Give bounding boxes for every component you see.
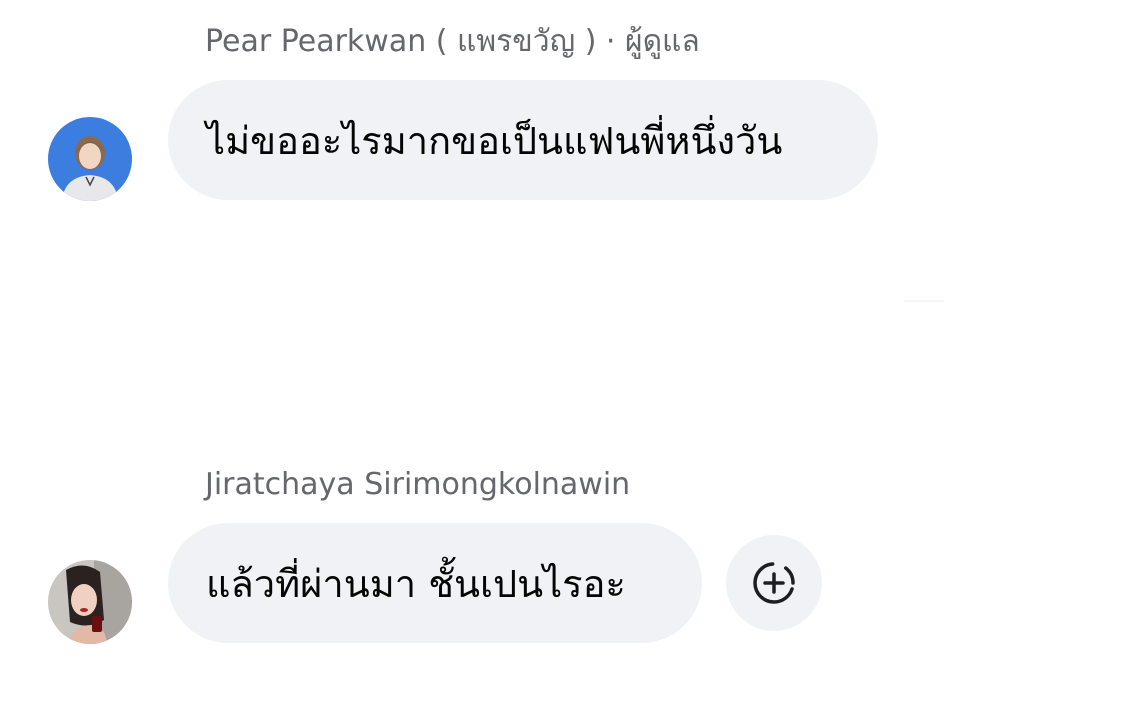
sender-name: Pear Pearkwan ( แพรขวัญ ) · ผู้ดูแล xyxy=(205,24,700,59)
add-reaction-icon xyxy=(753,562,795,604)
message-bubble[interactable]: แล้วที่ผ่านมา ชั้นเปนไรอะ xyxy=(168,523,702,643)
sender-avatar[interactable] xyxy=(48,560,132,644)
message-bubble[interactable]: ไม่ขออะไรมากขอเป็นแฟนพี่หนึ่งวัน xyxy=(168,80,878,200)
divider xyxy=(904,300,944,302)
message-row: แล้วที่ผ่านมา ชั้นเปนไรอะ xyxy=(0,523,1125,644)
chat-thread: Pear Pearkwan ( แพรขวัญ ) · ผู้ดูแล ไม่ข… xyxy=(0,0,1125,718)
sender-name: Jiratchaya Sirimongkolnawin xyxy=(205,467,631,502)
add-reaction-button[interactable] xyxy=(726,535,822,631)
sender-avatar[interactable] xyxy=(48,117,132,201)
avatar-image xyxy=(48,117,132,201)
message-row: ไม่ขออะไรมากขอเป็นแฟนพี่หนึ่งวัน xyxy=(0,80,1125,201)
avatar-image xyxy=(48,560,132,644)
